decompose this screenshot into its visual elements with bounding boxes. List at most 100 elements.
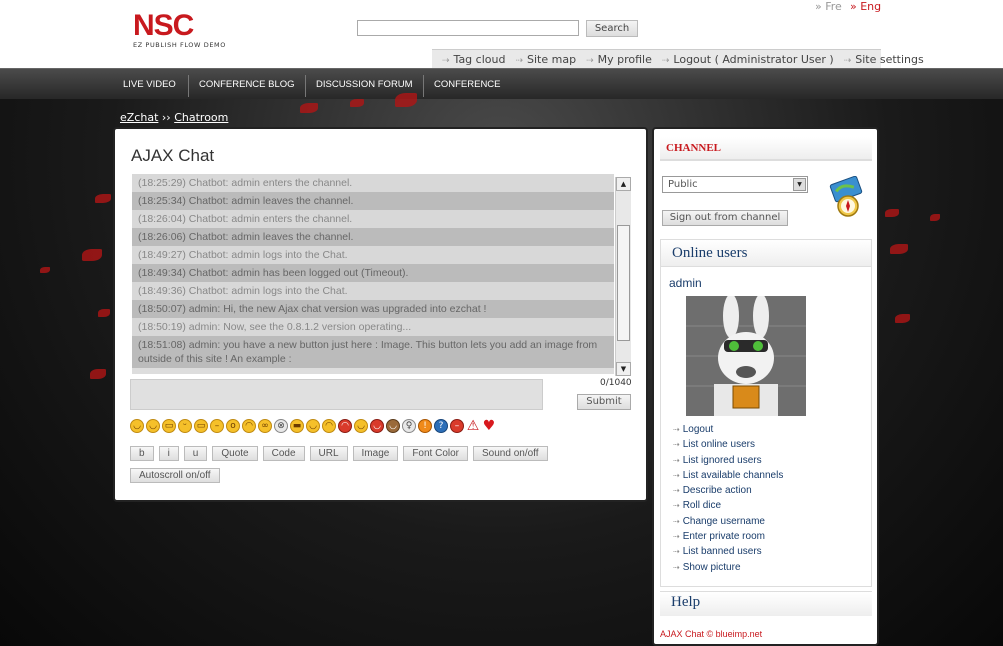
menu-roll-dice[interactable]: ⇢ Roll dice bbox=[673, 498, 783, 513]
happy-emoticon-icon[interactable]: ◡ bbox=[354, 419, 368, 433]
breadcrumb-chatroom[interactable]: Chatroom bbox=[174, 111, 228, 124]
chat-message: (18:26:04) Chatbot: admin enters the cha… bbox=[132, 210, 614, 228]
surprise-emoticon-icon[interactable]: o bbox=[226, 419, 240, 433]
blush-emoticon-icon[interactable]: ◡ bbox=[306, 419, 320, 433]
scroll-down-icon[interactable]: ▼ bbox=[616, 362, 631, 376]
menu-list-available-channels[interactable]: ⇢ List available channels bbox=[673, 468, 783, 483]
nav-conference[interactable]: CONFERENCE bbox=[434, 69, 501, 100]
laugh-emoticon-icon[interactable]: ▭ bbox=[194, 419, 208, 433]
arrow-icon: ⇢ bbox=[673, 501, 680, 511]
search-button[interactable]: Search bbox=[586, 20, 638, 37]
lang-link-fre[interactable]: » Fre bbox=[815, 0, 842, 13]
user-action-menu: ⇢ Logout ⇢ List online users ⇢ List ignored… bbox=[673, 422, 783, 575]
menu-change-username[interactable]: ⇢ Change username bbox=[673, 514, 783, 529]
sound-toggle-button[interactable]: Sound on/off bbox=[473, 446, 548, 461]
smile-emoticon-icon[interactable]: ◡ bbox=[130, 419, 144, 433]
logo-tagline: EZ PUBLISH FLOW DEMO bbox=[133, 41, 226, 49]
idea-bulb-icon[interactable]: ♀ bbox=[402, 419, 416, 433]
grin-emoticon-icon[interactable]: ▭ bbox=[162, 419, 176, 433]
rabbid-avatar-image bbox=[686, 296, 806, 416]
font-color-button[interactable]: Font Color bbox=[403, 446, 469, 461]
breadcrumb-ezchat[interactable]: eZchat bbox=[120, 111, 158, 124]
no-entry-icon[interactable]: – bbox=[450, 419, 464, 433]
sign-out-channel-button[interactable]: Sign out from channel bbox=[662, 210, 788, 226]
chat-message: (18:50:07) admin: Hi, the new Ajax chat … bbox=[132, 300, 614, 318]
italic-button[interactable]: i bbox=[158, 446, 179, 461]
chat-scrollbar[interactable]: ▲ ▼ bbox=[615, 177, 631, 376]
tongue-emoticon-icon[interactable]: ᵕ bbox=[178, 419, 192, 433]
arrow-icon: ⇢ bbox=[673, 562, 680, 572]
channel-header: CHANNEL bbox=[660, 137, 872, 161]
devil-emoticon-icon[interactable]: ◡ bbox=[370, 419, 384, 433]
menu-describe-action[interactable]: ⇢ Describe action bbox=[673, 483, 783, 498]
nav-conference-blog[interactable]: CONFERENCE BLOG bbox=[199, 69, 295, 100]
arrow-icon: ⇢ bbox=[843, 55, 852, 66]
channel-globe-icon bbox=[829, 176, 863, 217]
toolbar-site-settings[interactable]: ⇢ Site settings bbox=[844, 53, 924, 66]
nav-divider bbox=[188, 75, 189, 97]
monkey-emoticon-icon[interactable]: ◡ bbox=[386, 419, 400, 433]
chat-log[interactable]: (18:25:29) Chatbot: admin enters the cha… bbox=[132, 174, 614, 374]
lang-link-eng[interactable]: » Eng bbox=[850, 0, 881, 13]
online-users-title: Online users bbox=[672, 245, 748, 261]
menu-logout[interactable]: ⇢ Logout bbox=[673, 422, 783, 437]
sad-emoticon-icon[interactable]: ◠ bbox=[242, 419, 256, 433]
sidebar: CHANNEL Public ▼ Sign out from channel O… bbox=[652, 127, 879, 646]
arrow-icon: ⇢ bbox=[586, 55, 594, 66]
image-button[interactable]: Image bbox=[352, 446, 399, 461]
message-input[interactable] bbox=[130, 379, 543, 410]
site-logo[interactable]: NSC EZ PUBLISH FLOW DEMO bbox=[133, 10, 226, 50]
toolbar-site-map[interactable]: ⇢ Site map bbox=[515, 53, 576, 66]
nav-live-video[interactable]: LIVE VIDEO bbox=[123, 69, 176, 100]
question-icon[interactable]: ? bbox=[434, 419, 448, 433]
channel-select[interactable]: Public ▼ bbox=[662, 176, 808, 193]
menu-list-online-users[interactable]: ⇢ List online users bbox=[673, 437, 783, 452]
chat-message: (18:51:08) admin: you have a new button … bbox=[132, 336, 614, 368]
nerd-emoticon-icon[interactable]: ∞ bbox=[258, 419, 272, 433]
toolbar-my-profile[interactable]: ⇢ My profile bbox=[586, 53, 652, 66]
chat-message: (18:26:06) Chatbot: admin leaves the cha… bbox=[132, 228, 614, 246]
underline-button[interactable]: u bbox=[183, 446, 208, 461]
menu-show-picture[interactable]: ⇢ Show picture bbox=[673, 560, 783, 575]
exclamation-icon[interactable]: ! bbox=[418, 419, 432, 433]
nav-divider bbox=[423, 75, 424, 97]
arrow-icon: ⇢ bbox=[661, 55, 670, 66]
chat-message: (18:25:29) Chatbot: admin enters the cha… bbox=[132, 174, 614, 192]
online-user-name[interactable]: admin bbox=[669, 276, 702, 290]
menu-list-banned-users[interactable]: ⇢ List banned users bbox=[673, 544, 783, 559]
quote-button[interactable]: Quote bbox=[212, 446, 258, 461]
code-button[interactable]: Code bbox=[262, 446, 305, 461]
bold-button[interactable]: b bbox=[130, 446, 154, 461]
help-header[interactable]: Help bbox=[660, 591, 872, 616]
chevron-down-icon[interactable]: ▼ bbox=[793, 178, 806, 191]
search-input[interactable] bbox=[357, 20, 579, 36]
scroll-thumb[interactable] bbox=[617, 225, 630, 341]
toolbar-logout[interactable]: ⇢ Logout ( Administrator User ) bbox=[662, 53, 834, 66]
arrow-icon: ⇢ bbox=[673, 440, 680, 450]
arrow-icon: ⇢ bbox=[673, 547, 680, 557]
warning-icon[interactable]: ⚠ bbox=[466, 419, 480, 433]
neutral-emoticon-icon[interactable]: – bbox=[210, 419, 224, 433]
arrow-icon: ⇢ bbox=[673, 425, 680, 434]
menu-list-ignored-users[interactable]: ⇢ List ignored users bbox=[673, 453, 783, 468]
heart-icon[interactable]: ♥ bbox=[482, 419, 496, 433]
chat-title: AJAX Chat bbox=[131, 146, 215, 165]
submit-button[interactable]: Submit bbox=[577, 394, 631, 410]
arrow-icon: ⇢ bbox=[673, 455, 680, 465]
angry-emoticon-icon[interactable]: ◠ bbox=[338, 419, 352, 433]
crying-emoticon-icon[interactable]: ◠ bbox=[322, 419, 336, 433]
arrow-icon: ⇢ bbox=[673, 470, 680, 480]
cross-eyed-emoticon-icon[interactable]: ⊗ bbox=[274, 419, 288, 433]
toolbar-tag-cloud[interactable]: ⇢ Tag cloud bbox=[442, 53, 505, 66]
cool-emoticon-icon[interactable]: ▬ bbox=[290, 419, 304, 433]
menu-enter-private-room[interactable]: ⇢ Enter private room bbox=[673, 529, 783, 544]
user-toolbar: ⇢ Tag cloud ⇢ Site map ⇢ My profile ⇢ Logout… bbox=[432, 49, 924, 68]
format-toolbar-row2: Autoscroll on/off bbox=[130, 468, 220, 483]
char-counter: 0/1040 bbox=[600, 378, 632, 388]
chat-message: (18:49:34) Chatbot: admin has been logge… bbox=[132, 264, 614, 282]
wink-emoticon-icon[interactable]: ◡ bbox=[146, 419, 160, 433]
url-button[interactable]: URL bbox=[309, 446, 348, 461]
scroll-up-icon[interactable]: ▲ bbox=[616, 177, 631, 191]
credit-link[interactable]: AJAX Chat © blueimp.net bbox=[660, 629, 762, 639]
autoscroll-toggle-button[interactable]: Autoscroll on/off bbox=[130, 468, 220, 483]
